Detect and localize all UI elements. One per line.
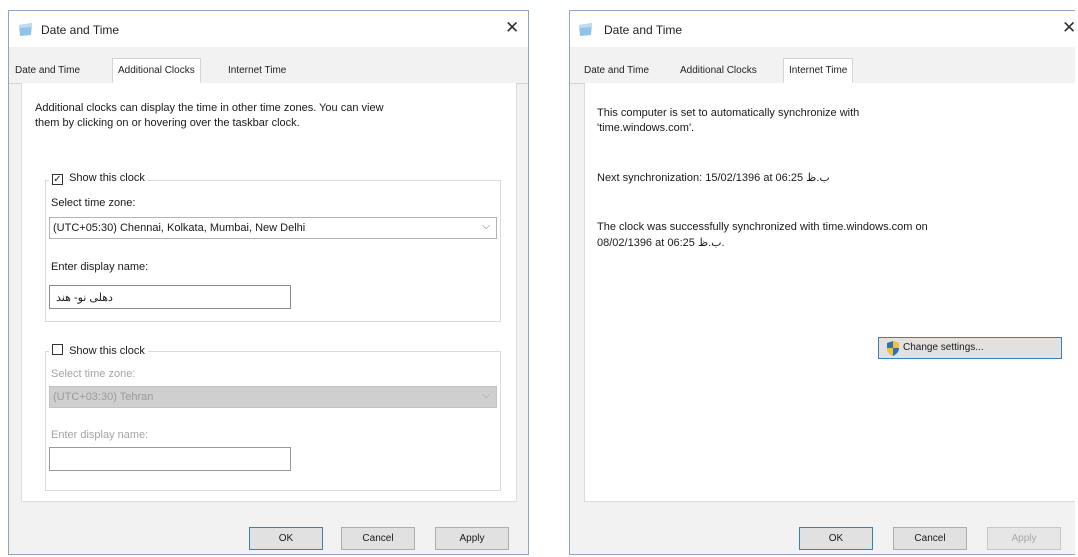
clock-1-timezone-select[interactable]: (UTC+05:30) Chennai, Kolkata, Mumbai, Ne… (49, 217, 497, 239)
tab-strip: Date and Time Additional Clocks Internet… (570, 58, 1075, 84)
clock-1-timezone-value: (UTC+05:30) Chennai, Kolkata, Mumbai, Ne… (53, 222, 306, 234)
title-bar: Date and Time ✕ (570, 11, 1076, 47)
date-time-app-icon (19, 23, 32, 36)
change-settings-label: Change settings... (903, 342, 984, 353)
chevron-down-icon: ⌵ (482, 390, 490, 401)
title-bar: Date and Time ✕ (9, 11, 528, 47)
clock-1-timezone-label: Select time zone: (51, 197, 136, 209)
tab-strip: Date and Time Additional Clocks Internet… (9, 58, 528, 84)
chevron-down-icon: ⌵ (482, 221, 490, 232)
date-time-dialog-additional-clocks: Date and Time ✕ Date and Time Additional… (8, 10, 529, 555)
window-title: Date and Time (41, 23, 120, 37)
tab-date-and-time[interactable]: Date and Time (15, 65, 80, 76)
ok-button[interactable]: OK (799, 527, 873, 550)
clock-2-checkbox[interactable] (52, 344, 63, 355)
clock-2-timezone-select[interactable]: (UTC+03:30) Tehran ⌵ (49, 386, 497, 408)
next-synchronization: Next synchronization: 15/02/1396 at 06:2… (597, 172, 830, 184)
clock-2-display-name-label: Enter display name: (51, 429, 149, 441)
apply-button[interactable]: Apply (435, 527, 509, 550)
clock-2-header: Show this clock (49, 343, 148, 357)
sync-success-line-1: The clock was successfully synchronized … (597, 221, 928, 233)
clock-2-timezone-label: Select time zone: (51, 368, 136, 380)
clock-2-timezone-value: (UTC+03:30) Tehran (53, 391, 154, 403)
apply-button[interactable]: Apply (987, 527, 1061, 550)
clock-1-header: ✓ Show this clock (49, 172, 148, 185)
clock-1-display-name-value: دهلی نو- هند (56, 292, 113, 304)
change-settings-button[interactable]: Change settings... (878, 337, 1062, 359)
ok-button[interactable]: OK (249, 527, 323, 550)
uac-shield-icon (887, 341, 899, 356)
internet-time-panel: This computer is set to automatically sy… (584, 83, 1075, 502)
tab-additional-clocks[interactable]: Additional Clocks (680, 65, 757, 76)
cancel-button[interactable]: Cancel (341, 527, 415, 550)
close-icon[interactable]: ✕ (1062, 19, 1076, 36)
date-time-dialog-internet-time: Date and Time ✕ Date and Time Additional… (569, 10, 1076, 555)
sync-status-line-1: This computer is set to automatically sy… (597, 107, 860, 119)
description-line-2: them by clicking on or hovering over the… (35, 117, 300, 129)
sync-success-line-2: 08/02/1396 at 06:25 ب.ظ. (597, 237, 725, 249)
cancel-button[interactable]: Cancel (893, 527, 967, 550)
clock-1-checkbox[interactable]: ✓ (52, 174, 63, 185)
clock-1-display-name-label: Enter display name: (51, 261, 149, 273)
sync-status-line-2: 'time.windows.com'. (597, 122, 695, 134)
date-time-app-icon (579, 23, 592, 36)
tab-additional-clocks[interactable]: Additional Clocks (112, 58, 201, 83)
close-icon[interactable]: ✕ (505, 19, 519, 36)
clock-1-show-label: Show this clock (69, 172, 145, 184)
window-title: Date and Time (604, 23, 683, 37)
clock-2-show-label: Show this clock (69, 345, 145, 357)
tab-internet-time[interactable]: Internet Time (783, 58, 854, 83)
clock-1-display-name-input[interactable]: دهلی نو- هند (49, 285, 291, 309)
checkmark-icon: ✓ (53, 174, 62, 185)
tab-internet-time[interactable]: Internet Time (228, 65, 286, 76)
additional-clocks-panel: Additional clocks can display the time i… (21, 83, 517, 502)
description-line-1: Additional clocks can display the time i… (35, 102, 384, 114)
tab-date-and-time[interactable]: Date and Time (584, 65, 649, 76)
clock-2-display-name-input[interactable] (49, 447, 291, 471)
